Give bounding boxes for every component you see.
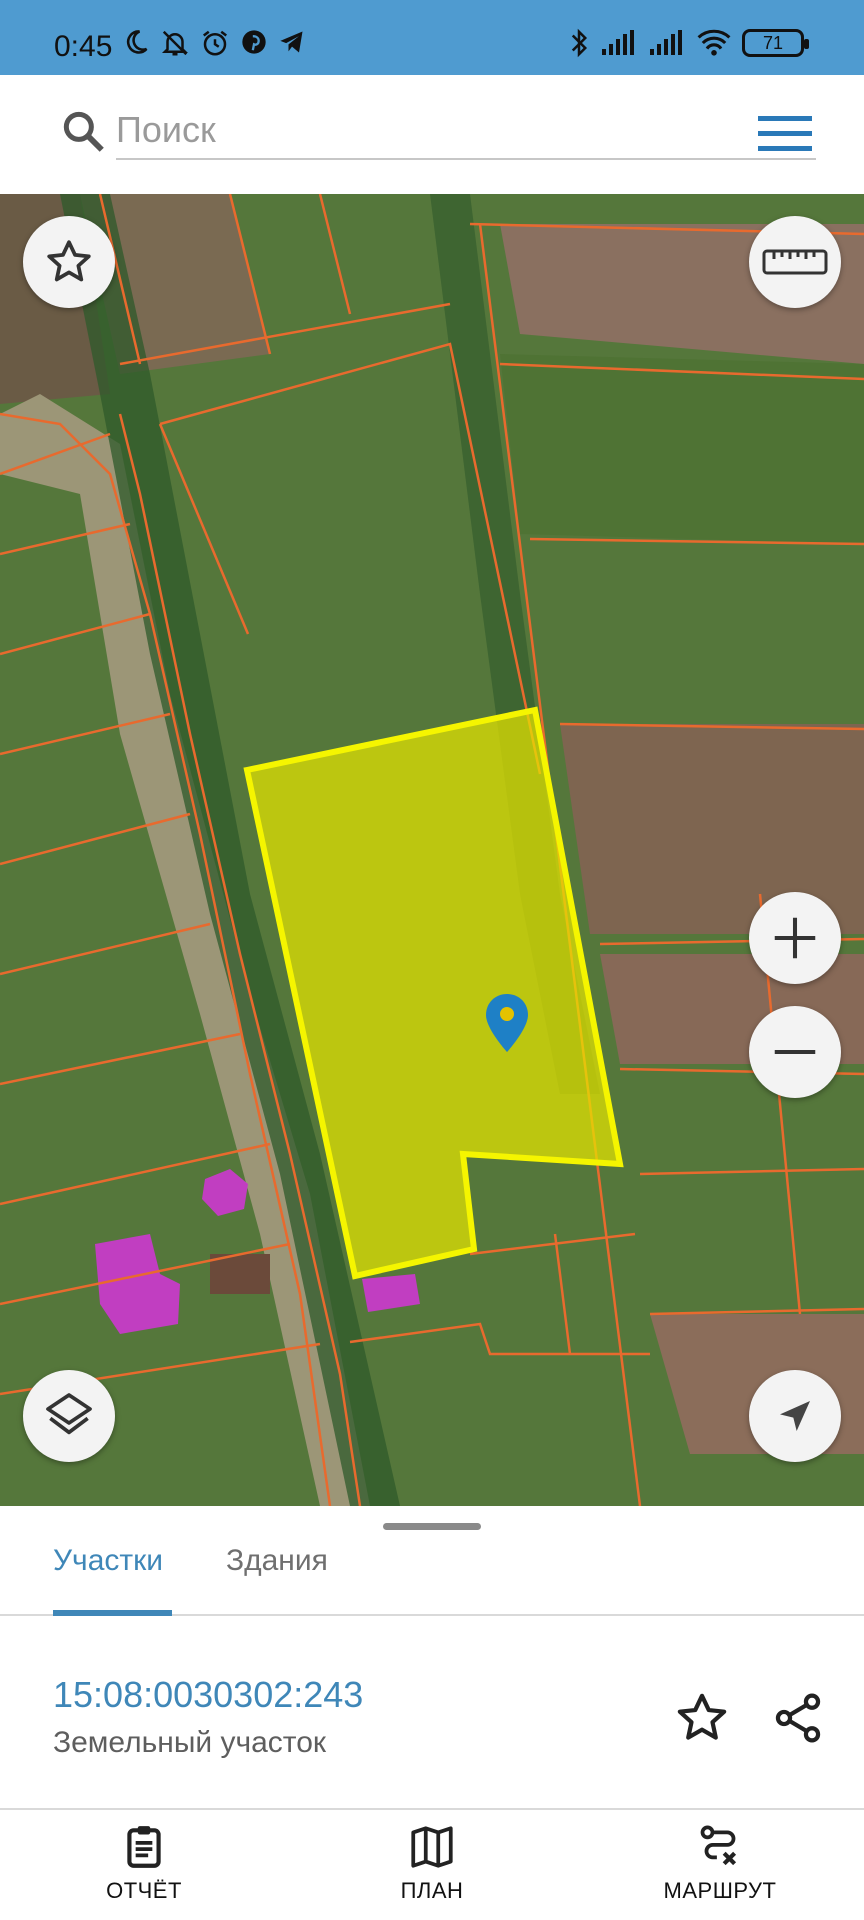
zoom-in-icon	[774, 917, 816, 959]
telegram-icon	[280, 31, 303, 53]
cadastral-number[interactable]: 15:08:0030302:243	[53, 1674, 363, 1716]
active-tab-indicator	[53, 1610, 172, 1616]
zoom-out-button[interactable]	[749, 1006, 841, 1098]
search-icon[interactable]	[58, 106, 108, 156]
bluetooth-icon	[571, 28, 588, 58]
zoom-out-icon	[774, 1049, 816, 1055]
ruler-icon	[762, 249, 828, 275]
search-input[interactable]	[116, 102, 816, 160]
mute-bell-icon	[161, 30, 189, 56]
menu-icon[interactable]	[758, 114, 812, 154]
field-patch	[500, 354, 864, 544]
layers-icon	[46, 1393, 92, 1435]
nav-plan-label: ПЛАН	[400, 1878, 464, 1903]
bottom-navigation: ОТЧЁТ ПЛАН МАРШРУТ	[0, 1812, 864, 1920]
search-bar	[12, 84, 852, 180]
status-notification-icons	[122, 28, 306, 58]
my-location-button[interactable]	[749, 1370, 841, 1462]
tab-buildings[interactable]: Здания	[226, 1544, 328, 1578]
map-view[interactable]	[0, 194, 864, 1506]
map-plan-icon	[411, 1826, 453, 1868]
signal-icon	[602, 30, 634, 55]
signal-icon-2	[650, 30, 682, 55]
status-time: 0:45	[54, 30, 113, 63]
favorites-star-button[interactable]	[23, 216, 115, 308]
route-icon	[700, 1825, 737, 1866]
nav-report[interactable]: ОТЧЁТ	[54, 1822, 234, 1904]
nav-route[interactable]: МАРШРУТ	[630, 1822, 810, 1904]
battery-indicator: 71	[742, 29, 809, 57]
moon-icon	[127, 30, 148, 54]
layers-button[interactable]	[23, 1370, 115, 1462]
ruler-button[interactable]	[749, 216, 841, 308]
satellite-map[interactable]	[0, 194, 864, 1506]
wifi-icon	[697, 29, 731, 56]
star-icon	[47, 240, 91, 282]
share-icon[interactable]	[770, 1690, 826, 1746]
roof	[210, 1254, 270, 1294]
parcel-list-item[interactable]: 15:08:0030302:243 Земельный участок	[0, 1618, 864, 1810]
navigation-arrow-icon	[780, 1401, 810, 1431]
status-bar: 0:45 71	[0, 0, 864, 75]
parcel-type: Земельный участок	[53, 1726, 327, 1759]
pinterest-icon	[242, 30, 266, 54]
nav-route-label: МАРШРУТ	[663, 1878, 777, 1903]
zoom-in-button[interactable]	[749, 892, 841, 984]
status-system-icons: 71	[568, 28, 809, 58]
nav-report-label: ОТЧЁТ	[106, 1878, 182, 1903]
report-clipboard-icon	[127, 1826, 161, 1868]
tab-bar: Участки Здания	[0, 1536, 864, 1616]
battery-level: 71	[762, 32, 784, 53]
alarm-icon	[203, 30, 227, 56]
sheet-drag-handle[interactable]	[383, 1523, 481, 1530]
favorite-star-icon[interactable]	[674, 1690, 730, 1746]
nav-plan[interactable]: ПЛАН	[342, 1822, 522, 1904]
tab-parcels[interactable]: Участки	[53, 1544, 163, 1578]
